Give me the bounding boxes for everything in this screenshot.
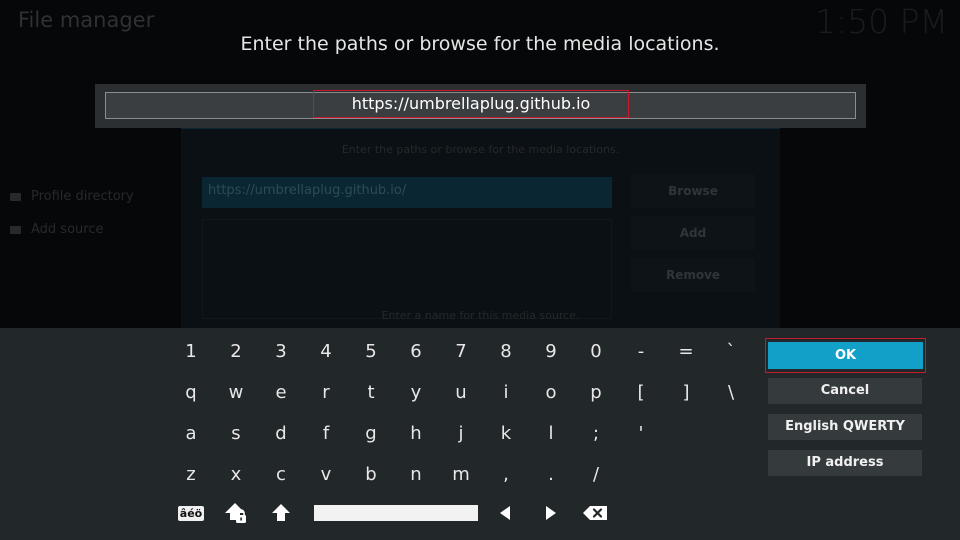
ok-button[interactable]: OK — [768, 342, 923, 369]
folder-icon — [10, 192, 21, 201]
cursor-right-key[interactable] — [531, 499, 571, 527]
arrow-left-icon — [500, 506, 510, 520]
app-title: File manager — [18, 8, 155, 32]
sidebar-item-profile-directory: Profile directory — [10, 189, 134, 204]
dialog-path-list — [202, 219, 612, 319]
key[interactable]: y — [396, 377, 436, 409]
cursor-left-key[interactable] — [485, 499, 525, 527]
dialog-hint: Enter the paths or browse for the media … — [341, 143, 620, 156]
key[interactable]: j — [441, 418, 481, 450]
ok-focus-outline: OK — [765, 338, 926, 373]
key[interactable]: l — [531, 418, 571, 450]
key[interactable]: , — [486, 459, 526, 491]
input-heading: Enter the paths or browse for the media … — [240, 33, 720, 55]
ip-address-button[interactable]: IP address — [768, 450, 922, 476]
add-button: Add — [631, 216, 755, 250]
key[interactable]: s — [216, 418, 256, 450]
key[interactable]: c — [261, 459, 301, 491]
folder-icon — [10, 225, 21, 234]
symbols-key[interactable]: âéö — [171, 499, 211, 527]
key[interactable]: 5 — [351, 336, 391, 368]
path-input-value[interactable]: https://umbrellaplug.github.io — [313, 90, 629, 118]
key[interactable]: 3 — [261, 336, 301, 368]
key[interactable]: - — [621, 336, 661, 368]
sidebar-item-label: Add source — [31, 222, 104, 237]
key[interactable]: 4 — [306, 336, 346, 368]
key[interactable]: u — [441, 377, 481, 409]
key[interactable]: v — [306, 459, 346, 491]
dialog-name-hint: Enter a name for this media source. — [381, 309, 580, 322]
key[interactable]: 6 — [396, 336, 436, 368]
key[interactable]: r — [306, 377, 346, 409]
shift-key[interactable] — [261, 499, 301, 527]
key[interactable]: 0 — [576, 336, 616, 368]
cancel-button[interactable]: Cancel — [768, 378, 922, 404]
sidebar-item-add-source: Add source — [10, 222, 103, 237]
key[interactable]: g — [351, 418, 391, 450]
key[interactable]: q — [171, 377, 211, 409]
key[interactable]: e — [261, 377, 301, 409]
arrow-right-icon — [546, 506, 556, 520]
key[interactable]: n — [396, 459, 436, 491]
key[interactable]: ` — [711, 336, 751, 368]
sidebar-item-label: Profile directory — [31, 189, 134, 204]
key[interactable]: [ — [621, 377, 661, 409]
key[interactable]: h — [396, 418, 436, 450]
key[interactable]: = — [666, 336, 706, 368]
key[interactable]: 1 — [171, 336, 211, 368]
browse-button: Browse — [631, 174, 755, 208]
key[interactable]: 8 — [486, 336, 526, 368]
backspace-key[interactable] — [575, 499, 615, 527]
remove-button: Remove — [631, 258, 755, 292]
symbols-key-label: âéö — [177, 505, 205, 521]
key[interactable]: o — [531, 377, 571, 409]
key[interactable]: 2 — [216, 336, 256, 368]
key[interactable]: a — [171, 418, 211, 450]
key[interactable]: . — [531, 459, 571, 491]
shift-icon — [272, 504, 290, 521]
layout-button[interactable]: English QWERTY — [768, 414, 922, 440]
space-bar[interactable] — [314, 505, 478, 521]
caps-lock-icon — [225, 503, 246, 523]
key[interactable]: 9 — [531, 336, 571, 368]
key[interactable]: ] — [666, 377, 706, 409]
dialog-path-item: https://umbrellaplug.github.io/ — [202, 177, 612, 208]
key[interactable]: d — [261, 418, 301, 450]
key[interactable]: m — [441, 459, 481, 491]
key[interactable]: p — [576, 377, 616, 409]
backspace-icon — [583, 506, 607, 520]
key[interactable]: b — [351, 459, 391, 491]
key[interactable]: 7 — [441, 336, 481, 368]
key[interactable]: t — [351, 377, 391, 409]
key[interactable]: ' — [621, 418, 661, 450]
key[interactable]: ; — [576, 418, 616, 450]
key[interactable]: x — [216, 459, 256, 491]
key[interactable]: z — [171, 459, 211, 491]
key[interactable]: k — [486, 418, 526, 450]
add-source-dialog: Enter the paths or browse for the media … — [181, 127, 780, 332]
key[interactable]: i — [486, 377, 526, 409]
caps-lock-key[interactable] — [216, 499, 256, 527]
key[interactable]: / — [576, 459, 616, 491]
key[interactable]: f — [306, 418, 346, 450]
key[interactable]: w — [216, 377, 256, 409]
key[interactable]: \ — [711, 377, 751, 409]
